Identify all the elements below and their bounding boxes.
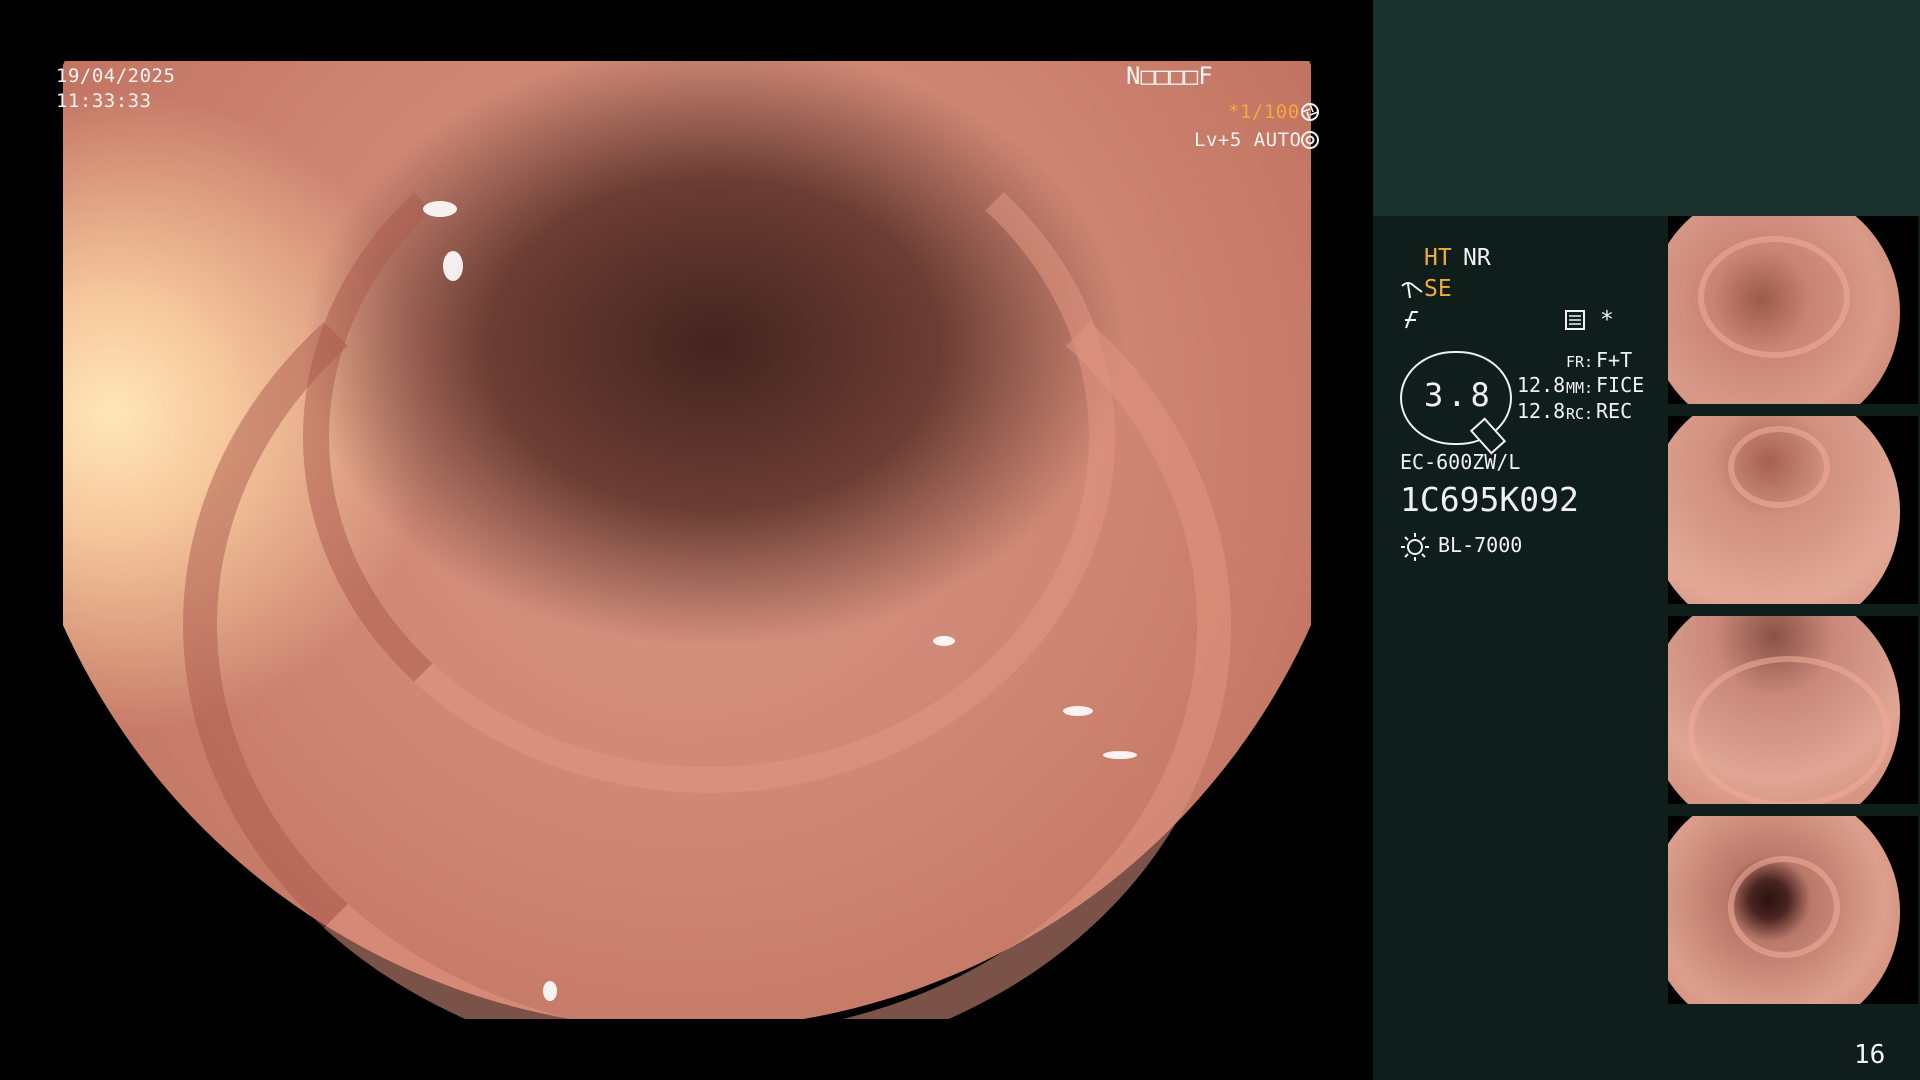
captured-thumbnail-4[interactable] xyxy=(1668,816,1918,1004)
light-reflection xyxy=(933,636,955,646)
nr-label: NR xyxy=(1463,245,1491,271)
aperture-icon xyxy=(1301,103,1319,121)
fr-value-2: 12.8 xyxy=(1517,399,1566,423)
mm-val: FICE xyxy=(1596,373,1645,397)
date-label: 19/04/2025 xyxy=(56,65,176,87)
captured-thumbnail-3[interactable] xyxy=(1668,616,1918,804)
time-label: 11:33:33 xyxy=(56,90,152,112)
scope-model: EC-600ZW/L xyxy=(1400,450,1521,474)
level-auto: Lv+5 AUTO xyxy=(1194,129,1302,151)
patient-id: N□□□□F xyxy=(1126,62,1213,90)
captured-thumbnail-1[interactable] xyxy=(1668,216,1918,404)
panel-header xyxy=(1373,0,1920,216)
light-reflection xyxy=(1063,706,1093,716)
captured-thumbnail-2[interactable] xyxy=(1668,416,1918,604)
gauge-value: 3.8 xyxy=(1424,376,1494,414)
ht-label: HT xyxy=(1424,245,1452,271)
thumbnail-fold xyxy=(1728,856,1840,958)
enhance-icon xyxy=(1401,282,1423,299)
fr-val: F+T xyxy=(1596,348,1633,372)
function-icon xyxy=(1405,311,1418,329)
rc-val: REC xyxy=(1596,399,1633,423)
star-mark: * xyxy=(1600,307,1614,333)
thumbnail-fold xyxy=(1688,656,1890,804)
light-source-model: BL-7000 xyxy=(1438,533,1523,557)
se-label: SE xyxy=(1424,276,1452,302)
light-reflection xyxy=(543,981,557,1001)
frame-count: 16 xyxy=(1854,1040,1886,1070)
light-reflection xyxy=(443,251,463,281)
shutter-speed: *1/100 xyxy=(1228,101,1300,123)
colon-lumen-image xyxy=(63,61,1311,1019)
thumbnail-fold xyxy=(1698,236,1850,358)
fr-value-1: 12.8 xyxy=(1517,373,1566,397)
mm-key: MM: xyxy=(1566,379,1594,397)
light-reflection xyxy=(1103,751,1137,759)
thumbnail-fold xyxy=(1728,426,1830,508)
light-source-icon xyxy=(1401,533,1429,561)
scope-serial: 1C695K092 xyxy=(1400,480,1579,519)
fr-key: FR: xyxy=(1566,353,1594,371)
rc-key: RC: xyxy=(1566,405,1594,423)
endoscopy-screen: 19/04/2025 11:33:33 N□□□□F *1/100 Lv+5 A… xyxy=(0,0,1920,1080)
settings-panel-icon xyxy=(1565,310,1585,330)
light-reflection xyxy=(423,201,457,217)
endoscope-view xyxy=(63,61,1311,1019)
target-icon xyxy=(1301,131,1319,149)
